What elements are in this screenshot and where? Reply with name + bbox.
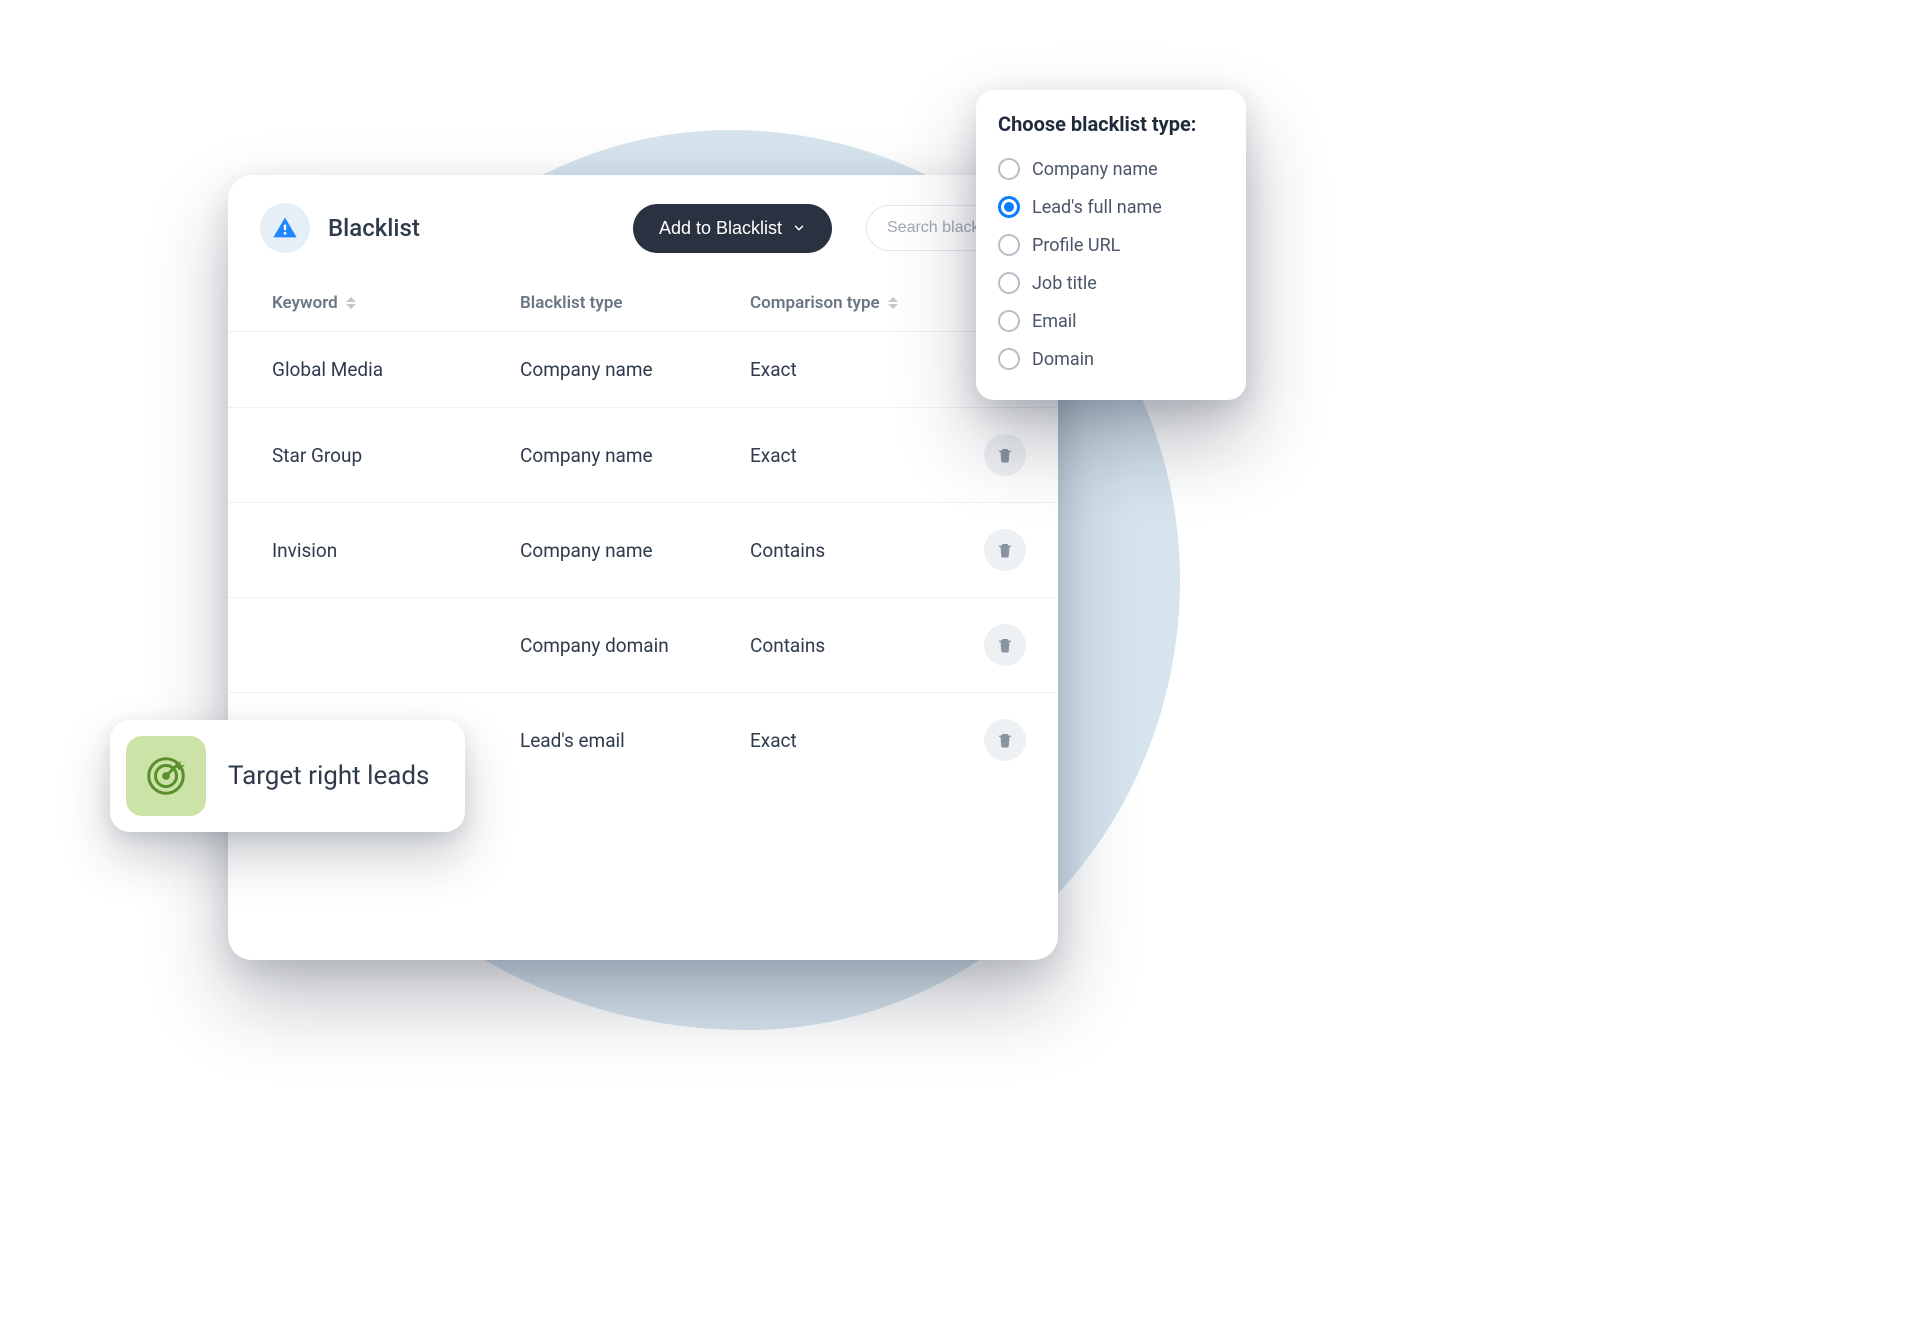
target-chip-label: Target right leads — [228, 761, 429, 791]
cell-blacklist-type: Lead's email — [520, 729, 750, 752]
cell-blacklist-type: Company name — [520, 358, 750, 381]
radio-icon — [998, 234, 1020, 256]
radio-option[interactable]: Email — [998, 302, 1224, 340]
cell-blacklist-type: Company domain — [520, 634, 750, 657]
cell-comparison: Exact — [750, 729, 980, 752]
chevron-down-icon — [792, 221, 806, 235]
column-header-comparison[interactable]: Comparison type — [750, 293, 980, 313]
card-header: Blacklist Add to Blacklist — [228, 175, 1058, 275]
cell-comparison: Exact — [750, 444, 980, 467]
cell-comparison: Contains — [750, 634, 980, 657]
cell-comparison: Contains — [750, 539, 980, 562]
blacklist-type-dropdown: Choose blacklist type: Company name Lead'… — [976, 90, 1246, 400]
column-header-label: Keyword — [272, 293, 338, 313]
radio-icon — [998, 310, 1020, 332]
radio-option[interactable]: Domain — [998, 340, 1224, 378]
alert-icon — [260, 203, 310, 253]
blacklist-card: Blacklist Add to Blacklist Keyword Black… — [228, 175, 1058, 960]
radio-option[interactable]: Job title — [998, 264, 1224, 302]
cell-blacklist-type: Company name — [520, 444, 750, 467]
trash-icon — [996, 541, 1014, 559]
radio-option[interactable]: Company name — [998, 150, 1224, 188]
cell-keyword: Invision — [260, 539, 520, 562]
radio-label: Email — [1032, 311, 1077, 332]
dropdown-title: Choose blacklist type: — [998, 112, 1224, 136]
cell-action — [980, 624, 1026, 666]
cell-keyword: Star Group — [260, 444, 520, 467]
radio-label: Job title — [1032, 273, 1097, 294]
delete-button[interactable] — [984, 719, 1026, 761]
radio-label: Lead's full name — [1032, 197, 1162, 218]
radio-icon — [998, 272, 1020, 294]
column-header-keyword[interactable]: Keyword — [260, 293, 520, 313]
column-header-type: Blacklist type — [520, 293, 750, 313]
delete-button[interactable] — [984, 529, 1026, 571]
radio-option[interactable]: Lead's full name — [998, 188, 1224, 226]
table-row: Global MediaCompany nameExact — [228, 332, 1058, 408]
add-to-blacklist-button[interactable]: Add to Blacklist — [633, 204, 832, 253]
cell-action — [980, 434, 1026, 476]
cell-comparison: Exact — [750, 358, 980, 381]
radio-icon — [998, 196, 1020, 218]
cell-blacklist-type: Company name — [520, 539, 750, 562]
table-row: Company domainContains — [228, 598, 1058, 693]
table-row: Star GroupCompany nameExact — [228, 408, 1058, 503]
blacklist-table: Keyword Blacklist type Comparison type G… — [228, 275, 1058, 787]
sort-icon — [888, 297, 898, 309]
column-header-label: Comparison type — [750, 293, 880, 313]
cell-keyword: Global Media — [260, 358, 520, 381]
target-icon — [126, 736, 206, 816]
trash-icon — [996, 731, 1014, 749]
radio-label: Company name — [1032, 159, 1158, 180]
delete-button[interactable] — [984, 624, 1026, 666]
target-leads-chip: Target right leads — [110, 720, 465, 832]
table-header: Keyword Blacklist type Comparison type — [228, 275, 1058, 332]
column-header-label: Blacklist type — [520, 293, 623, 313]
delete-button[interactable] — [984, 434, 1026, 476]
table-row: InvisionCompany nameContains — [228, 503, 1058, 598]
radio-label: Profile URL — [1032, 235, 1120, 256]
trash-icon — [996, 636, 1014, 654]
cell-action — [980, 529, 1026, 571]
page-title: Blacklist — [328, 214, 420, 242]
radio-option[interactable]: Profile URL — [998, 226, 1224, 264]
radio-label: Domain — [1032, 349, 1094, 370]
sort-icon — [346, 297, 356, 309]
radio-icon — [998, 158, 1020, 180]
cell-action — [980, 719, 1026, 761]
trash-icon — [996, 446, 1014, 464]
add-button-label: Add to Blacklist — [659, 218, 782, 239]
radio-icon — [998, 348, 1020, 370]
